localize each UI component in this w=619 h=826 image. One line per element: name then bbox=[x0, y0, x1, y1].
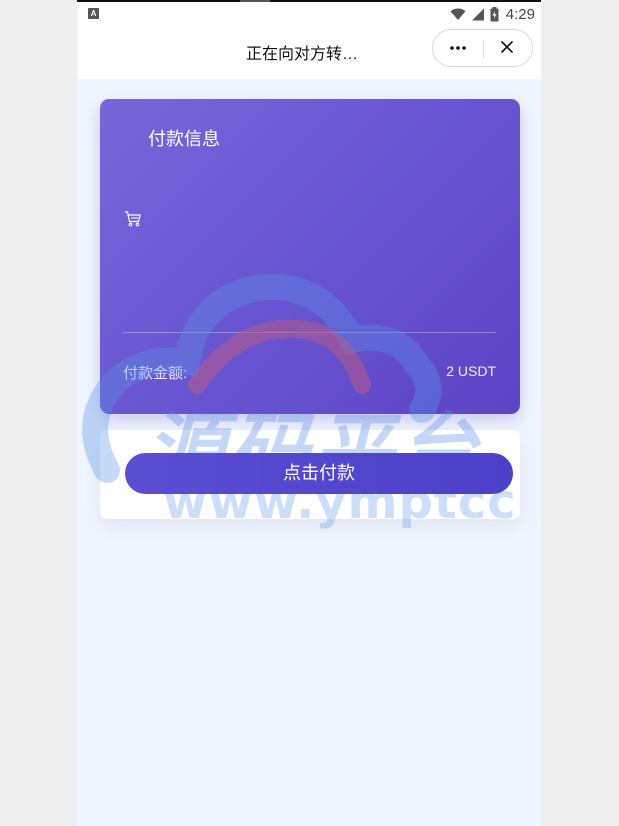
status-right-group: 4:29 bbox=[450, 4, 535, 24]
amount-label: 付款金额: bbox=[123, 365, 188, 382]
close-button[interactable] bbox=[495, 37, 519, 59]
status-time: 4:29 bbox=[505, 5, 535, 23]
close-icon bbox=[501, 41, 513, 53]
status-bar: A 4:29 bbox=[77, 2, 541, 26]
card-divider bbox=[123, 332, 496, 333]
signal-icon bbox=[471, 8, 484, 20]
page-title: 正在向对方转… bbox=[245, 46, 358, 63]
payment-info-card: 付款信息 付款金额: 2 USDT bbox=[100, 99, 520, 414]
wifi-icon bbox=[450, 8, 466, 20]
battery-icon bbox=[490, 6, 499, 21]
capsule-divider bbox=[483, 40, 484, 58]
nav-bar: 正在向对方转… bbox=[77, 26, 541, 79]
cart-icon bbox=[125, 211, 141, 227]
amount-value: 2 USDT bbox=[446, 363, 496, 379]
card-title: 付款信息 bbox=[148, 129, 220, 149]
mini-program-capsule bbox=[432, 29, 533, 67]
status-notification-badge: A bbox=[88, 8, 99, 19]
pay-button[interactable]: 点击付款 bbox=[125, 453, 513, 494]
phone-screen: A 4:29 正在向对方转… 付款信息 付款金额: 2 USDT 源码平台 ww… bbox=[77, 0, 541, 826]
more-dots-icon bbox=[450, 46, 466, 50]
more-button[interactable] bbox=[445, 38, 471, 58]
